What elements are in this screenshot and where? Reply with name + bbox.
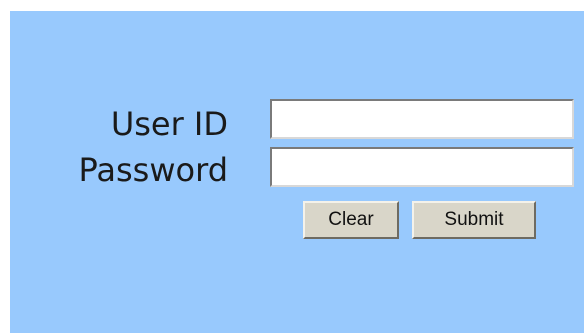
- userid-label: User ID: [110, 105, 228, 143]
- login-panel: User ID Password Clear Submit: [10, 11, 584, 333]
- clear-button[interactable]: Clear: [303, 201, 399, 239]
- submit-button[interactable]: Submit: [412, 201, 536, 239]
- userid-input[interactable]: [270, 99, 574, 139]
- password-label: Password: [78, 151, 228, 189]
- password-input[interactable]: [270, 147, 574, 187]
